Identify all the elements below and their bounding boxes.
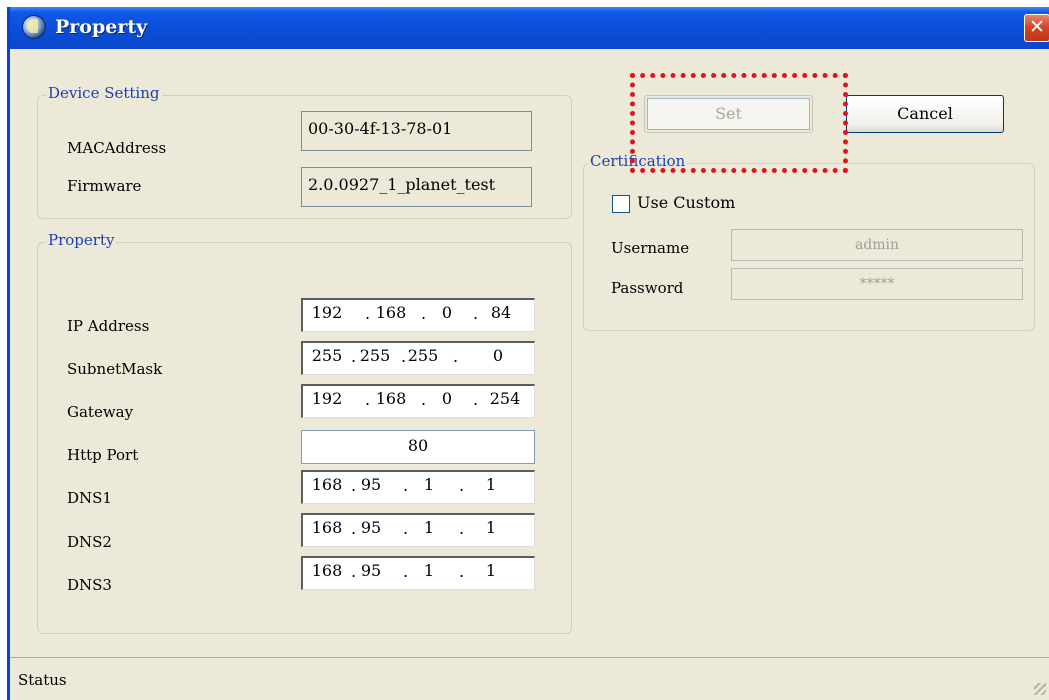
subnet-octet-2: 255 [359, 346, 391, 365]
mac-address-value: 00-30-4f-13-78-01 [308, 119, 453, 138]
username-value: admin [854, 237, 900, 253]
certification-legend: Certification [588, 152, 688, 170]
subnet-octet-3: 255 [407, 346, 439, 365]
dns1-octet-2: 95 [360, 475, 382, 494]
dns1-field[interactable]: 168 . 95 . 1 . 1 [301, 470, 535, 504]
mac-address-label: MACAddress [67, 139, 167, 157]
gateway-field[interactable]: 192 . 168 . 0 . 254 [301, 384, 535, 418]
firmware-value: 2.0.0927_1_planet_test [308, 175, 496, 194]
cancel-button[interactable]: Cancel [846, 95, 1004, 133]
subnet-dot-3: . [453, 347, 459, 366]
dns3-label: DNS3 [67, 576, 112, 594]
dns3-dot-3: . [459, 562, 465, 581]
gateway-dot-2: . [421, 390, 427, 409]
subnet-mask-field[interactable]: 255 . 255 . 255 . 0 [301, 341, 535, 375]
mac-address-field: 00-30-4f-13-78-01 [301, 111, 532, 151]
dns3-octet-3: 1 [423, 561, 435, 580]
gateway-octet-2: 168 [375, 389, 407, 408]
dns2-octet-3: 1 [423, 518, 435, 537]
property-legend: Property [46, 231, 117, 249]
username-field: admin [731, 229, 1023, 261]
http-port-field[interactable]: 80 [301, 430, 535, 464]
dns3-octet-4: 1 [485, 561, 497, 580]
dns1-dot-3: . [459, 476, 465, 495]
username-label: Username [611, 239, 690, 257]
subnet-mask-label: SubnetMask [67, 360, 163, 378]
title-bar[interactable]: Property ✕ [10, 7, 1049, 49]
dns2-octet-2: 95 [360, 518, 382, 537]
dns1-label: DNS1 [67, 489, 112, 507]
use-custom-checkbox[interactable] [612, 195, 630, 213]
dns3-octet-2: 95 [360, 561, 382, 580]
dns1-dot-2: . [403, 476, 409, 495]
window-title: Property [55, 16, 148, 38]
http-port-label: Http Port [67, 446, 139, 464]
device-setting-legend: Device Setting [46, 84, 162, 102]
dns2-octet-1: 168 [311, 518, 343, 537]
dns2-dot-2: . [403, 519, 409, 538]
ip-octet-1: 192 [311, 303, 343, 322]
ip-octet-3: 0 [441, 303, 453, 322]
firmware-label: Firmware [67, 177, 142, 195]
status-bar: Status [10, 657, 1049, 700]
gateway-dot-1: . [365, 390, 371, 409]
ip-address-field[interactable]: 192 . 168 . 0 . 84 [301, 298, 535, 332]
ip-dot-2: . [421, 304, 427, 323]
close-button[interactable]: ✕ [1024, 14, 1049, 42]
set-button[interactable]: Set [644, 95, 813, 133]
app-globe-icon [23, 16, 45, 38]
http-port-value: 80 [407, 436, 429, 455]
dns1-octet-1: 168 [311, 475, 343, 494]
gateway-octet-1: 192 [311, 389, 343, 408]
dns2-dot-3: . [459, 519, 465, 538]
ip-dot-3: . [473, 304, 479, 323]
property-dialog: Property ✕ Device Setting MACAddress 00-… [7, 7, 1049, 700]
dns1-octet-3: 1 [423, 475, 435, 494]
gateway-label: Gateway [67, 403, 134, 421]
dns2-label: DNS2 [67, 533, 112, 551]
gateway-octet-4: 254 [489, 389, 521, 408]
ip-dot-1: . [365, 304, 371, 323]
password-field: ***** [731, 268, 1023, 300]
ip-address-label: IP Address [67, 317, 150, 335]
resize-grip-icon[interactable] [1034, 683, 1046, 695]
password-value: ***** [859, 276, 895, 292]
use-custom-label[interactable]: Use Custom [637, 193, 735, 212]
dns3-dot-2: . [403, 562, 409, 581]
close-icon: ✕ [1029, 16, 1045, 38]
gateway-dot-3: . [473, 390, 479, 409]
dns3-field[interactable]: 168 . 95 . 1 . 1 [301, 556, 535, 590]
status-text: Status [18, 671, 67, 689]
dns2-octet-4: 1 [485, 518, 497, 537]
dns2-field[interactable]: 168 . 95 . 1 . 1 [301, 513, 535, 547]
password-label: Password [611, 279, 684, 297]
firmware-field: 2.0.0927_1_planet_test [301, 167, 532, 207]
gateway-octet-3: 0 [441, 389, 453, 408]
subnet-octet-4: 0 [492, 346, 504, 365]
dns1-octet-4: 1 [485, 475, 497, 494]
ip-octet-2: 168 [375, 303, 407, 322]
ip-octet-4: 84 [490, 303, 512, 322]
dns3-octet-1: 168 [311, 561, 343, 580]
subnet-octet-1: 255 [311, 346, 343, 365]
